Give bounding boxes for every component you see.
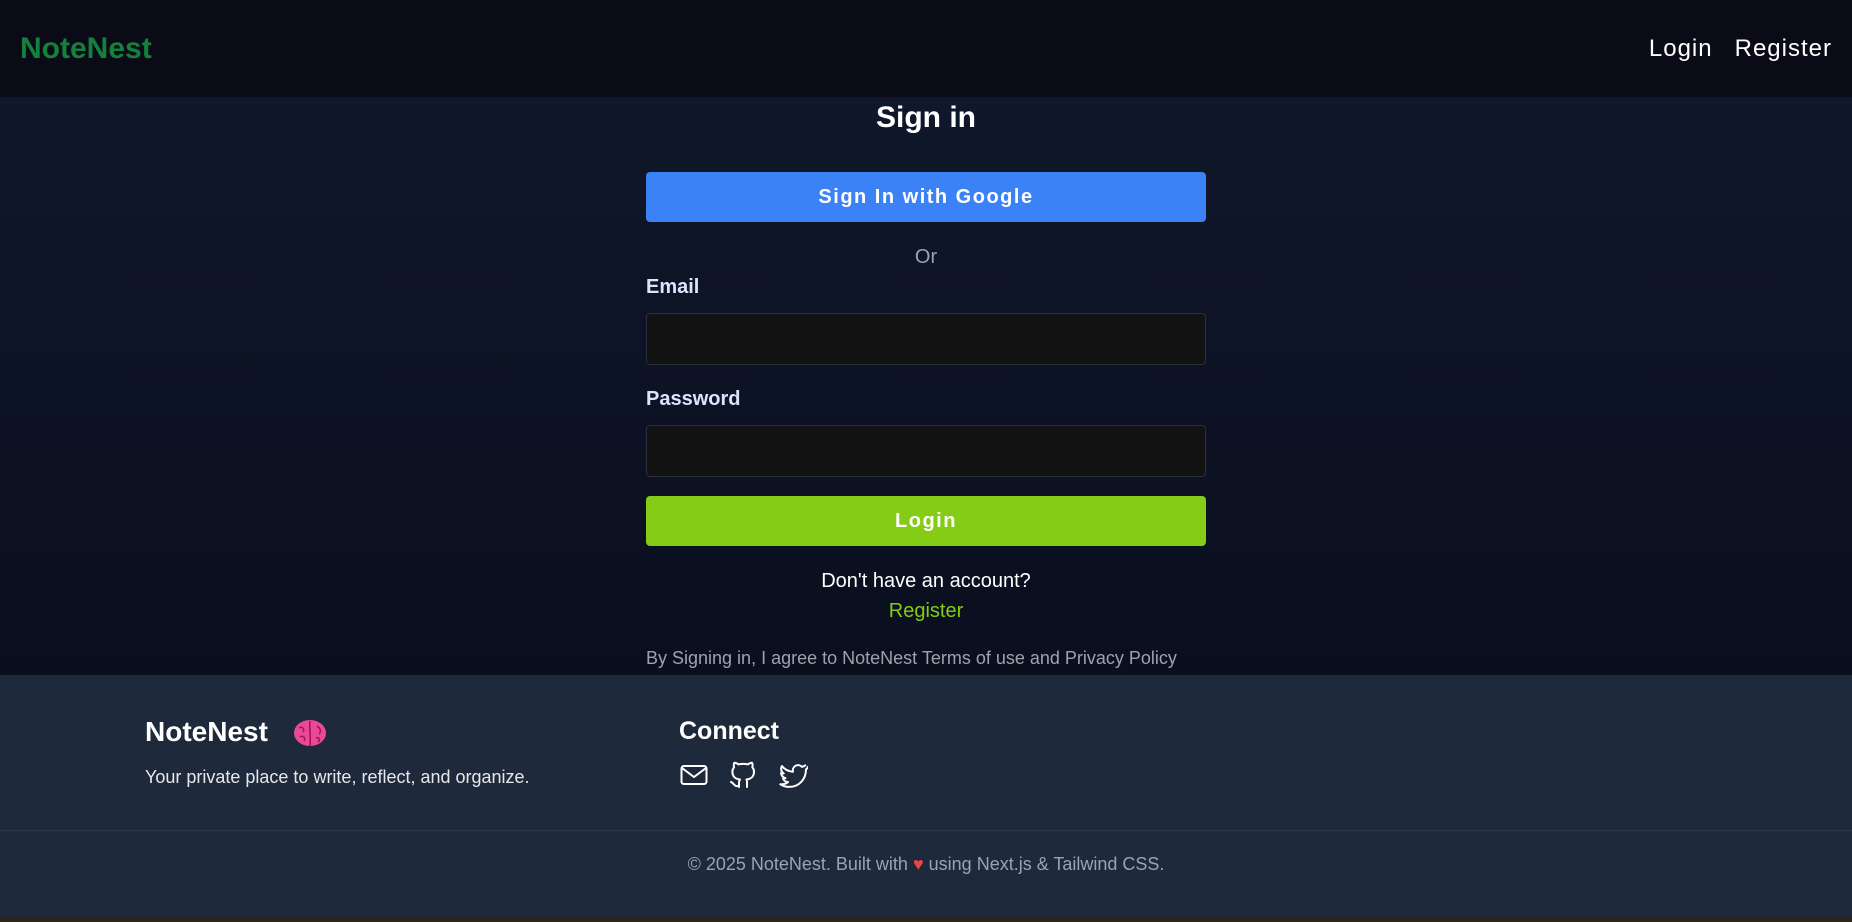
nav-login-link[interactable]: Login <box>1649 35 1713 63</box>
page-title: Sign in <box>876 101 976 134</box>
footer-divider <box>0 830 1852 831</box>
brain-icon <box>294 720 326 747</box>
copyright-text-start: © 2025 NoteNest. Built with <box>687 854 908 874</box>
footer-tagline: Your private place to write, reflect, an… <box>145 767 530 787</box>
email-input[interactable] <box>646 313 1206 365</box>
heart-icon: ♥ <box>912 854 924 874</box>
terms-text: By Signing in, I agree to NoteNest Terms… <box>646 648 1177 668</box>
password-input[interactable] <box>646 425 1206 477</box>
no-account-text: Don't have an account? <box>821 570 1031 592</box>
bottom-edge <box>0 917 1852 922</box>
twitter-icon[interactable] <box>778 760 808 790</box>
footer-brand: NoteNest <box>145 716 268 747</box>
top-nav: Login Register <box>1649 35 1832 63</box>
login-button[interactable]: Login <box>646 496 1206 546</box>
brand-logo[interactable]: NoteNest <box>20 32 152 66</box>
register-link[interactable]: Register <box>0 600 1852 623</box>
password-label: Password <box>646 388 741 410</box>
github-icon[interactable] <box>728 760 758 790</box>
google-signin-button[interactable]: Sign In with Google <box>646 172 1206 222</box>
mail-icon[interactable] <box>679 760 709 790</box>
top-navbar: NoteNest Login Register <box>0 0 1852 97</box>
copyright-text-end: using Next.js & Tailwind CSS. <box>928 854 1165 874</box>
footer <box>0 675 1852 917</box>
copyright: © 2025 NoteNest. Built with ♥ using Next… <box>0 854 1852 875</box>
connect-heading: Connect <box>679 717 779 745</box>
nav-register-link[interactable]: Register <box>1735 35 1832 63</box>
or-divider-text: Or <box>914 246 938 268</box>
email-label: Email <box>646 276 700 298</box>
